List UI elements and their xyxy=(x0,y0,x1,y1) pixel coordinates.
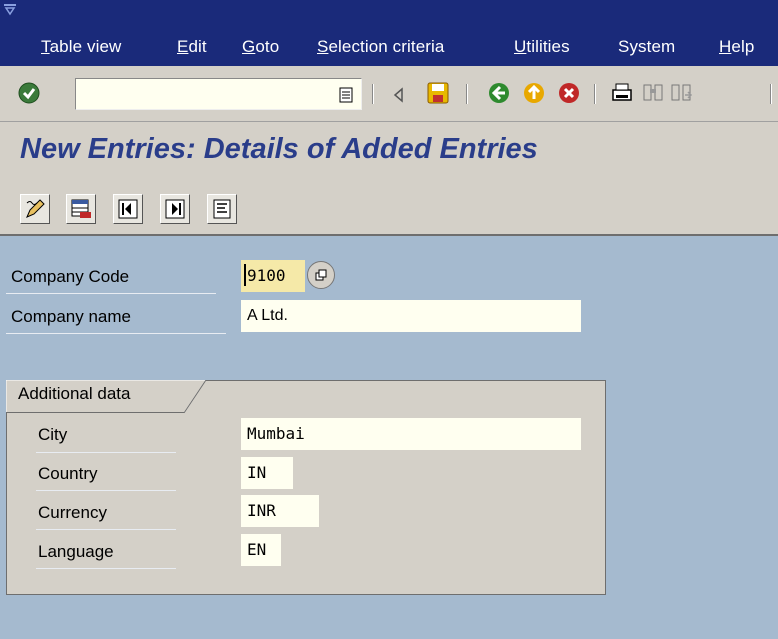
menu-goto[interactable]: Goto xyxy=(242,37,279,57)
city-input[interactable]: Mumbai xyxy=(241,418,581,450)
toolbar-separator xyxy=(466,84,468,104)
enter-icon[interactable] xyxy=(16,80,42,106)
menu-table-view[interactable]: Table view xyxy=(41,37,121,57)
label-underline xyxy=(6,293,216,294)
menu-edit-label: dit xyxy=(188,37,207,56)
command-history-icon[interactable] xyxy=(333,82,359,108)
find-icon[interactable] xyxy=(640,80,666,106)
details-icon[interactable] xyxy=(207,194,237,224)
company-code-input[interactable]: 9100 xyxy=(241,260,305,292)
menu-goto-label: oto xyxy=(255,37,280,56)
toolbar-separator xyxy=(594,84,596,104)
back-arrow-icon[interactable] xyxy=(386,82,412,108)
country-input[interactable]: IN xyxy=(241,457,293,489)
company-name-label: Company name xyxy=(11,307,132,326)
delete-row-icon[interactable] xyxy=(66,194,96,224)
city-label: City xyxy=(38,425,68,444)
save-icon[interactable] xyxy=(425,80,451,106)
label-underline xyxy=(36,529,176,530)
toolbar-separator xyxy=(770,84,772,104)
label-underline xyxy=(36,568,176,569)
menu-table-view-label: able view xyxy=(49,37,122,56)
text-cursor xyxy=(244,264,246,286)
group-title: Additional data xyxy=(18,384,131,403)
toolbar-separator xyxy=(372,84,374,104)
currency-label: Currency xyxy=(38,503,107,522)
menu-help-label: elp xyxy=(731,37,755,56)
label-underline xyxy=(6,333,226,334)
command-field[interactable] xyxy=(75,78,362,110)
next-entry-icon[interactable] xyxy=(160,194,190,224)
country-label: Country xyxy=(38,464,98,483)
label-underline xyxy=(36,490,176,491)
menu-utilities-label: tilities xyxy=(526,37,570,56)
menu-selection-criteria[interactable]: Selection criteria xyxy=(317,37,444,57)
system-menu-icon[interactable] xyxy=(3,3,17,17)
menu-edit[interactable]: Edit xyxy=(177,37,207,57)
language-input[interactable]: EN xyxy=(241,534,281,566)
menu-utilities[interactable]: Utilities xyxy=(514,37,570,57)
menu-system[interactable]: System xyxy=(618,37,675,57)
find-next-icon[interactable] xyxy=(668,80,694,106)
page-title: New Entries: Details of Added Entries xyxy=(20,133,538,165)
possible-entries-icon xyxy=(315,269,327,281)
menu-help[interactable]: Help xyxy=(719,37,754,57)
language-label: Language xyxy=(38,542,114,561)
currency-input[interactable]: INR xyxy=(241,495,319,527)
cancel-icon[interactable] xyxy=(556,80,582,106)
change-icon[interactable] xyxy=(20,194,50,224)
possible-entries-button[interactable] xyxy=(307,261,335,289)
back-icon[interactable] xyxy=(486,80,512,106)
label-underline xyxy=(36,452,176,453)
print-icon[interactable] xyxy=(609,80,635,106)
previous-entry-icon[interactable] xyxy=(113,194,143,224)
menu-selection-criteria-label: election criteria xyxy=(328,37,445,56)
company-code-label: Company Code xyxy=(11,267,130,286)
company-name-input[interactable]: A Ltd. xyxy=(241,300,581,332)
exit-icon[interactable] xyxy=(521,80,547,106)
